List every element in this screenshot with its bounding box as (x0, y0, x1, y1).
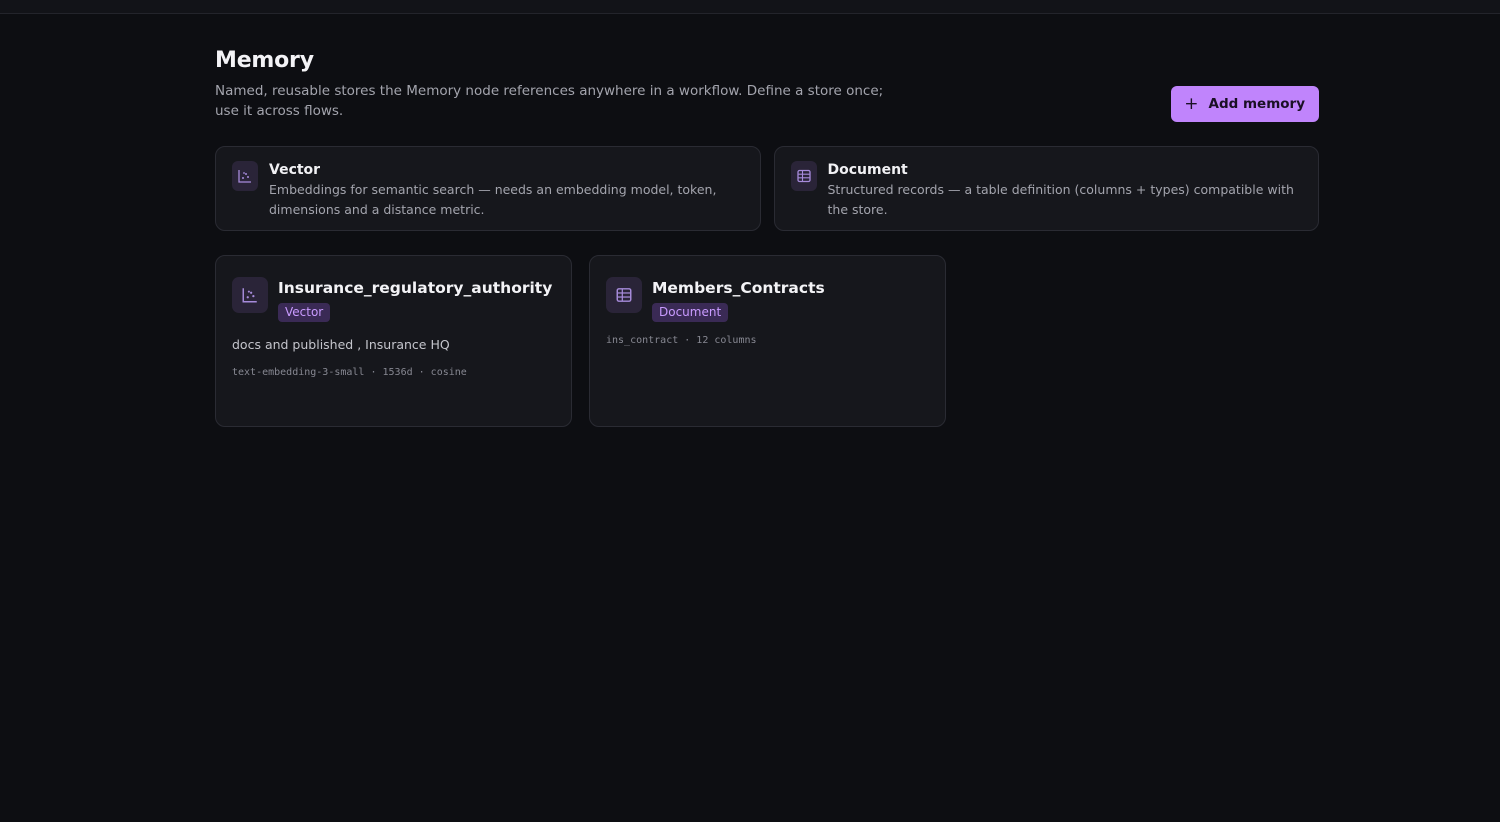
table-icon (790, 161, 817, 191)
top-bar (0, 0, 1500, 14)
type-description: Structured records — a table definition … (827, 182, 1294, 217)
store-type-badge: Document (652, 303, 729, 322)
type-name: Vector (269, 162, 321, 178)
table-icon (606, 277, 642, 313)
page-title: Memory (215, 48, 314, 73)
add-memory-button[interactable]: + Add memory (1171, 86, 1319, 122)
scatter-chart-icon (232, 277, 268, 313)
type-name: Document (827, 162, 908, 178)
type-description: Embeddings for semantic search — needs a… (269, 182, 717, 217)
store-description: docs and published , Insurance HQ (232, 337, 450, 352)
store-meta: text-embedding-3-small · 1536d · cosine (232, 367, 467, 378)
store-card[interactable]: Insurance_regulatory_authority Vector do… (215, 255, 572, 427)
type-card-document: Document Structured records — a table de… (773, 146, 1319, 231)
store-name: Members_Contracts (652, 279, 825, 297)
store-header: Members_Contracts Document (606, 277, 929, 322)
scatter-chart-icon (232, 161, 258, 191)
plus-icon: + (1184, 93, 1199, 114)
memory-page: Memory Named, reusable stores the Memory… (215, 46, 1319, 427)
add-memory-label: Add memory (1208, 96, 1306, 112)
store-card[interactable]: Members_Contracts Document ins_contract … (589, 255, 946, 427)
store-header: Insurance_regulatory_authority Vector (232, 277, 555, 322)
memory-store-list: Insurance_regulatory_authority Vector do… (215, 255, 1319, 427)
page-header: Memory Named, reusable stores the Memory… (215, 46, 1319, 146)
type-card-vector: Vector Embeddings for semantic search — … (215, 146, 761, 231)
store-type-badge: Vector (278, 303, 331, 322)
memory-type-list: Vector Embeddings for semantic search — … (215, 146, 1319, 231)
page-description: Named, reusable stores the Memory node r… (215, 83, 884, 119)
store-meta: ins_contract · 12 columns (606, 335, 757, 346)
store-name: Insurance_regulatory_authority (278, 279, 553, 297)
